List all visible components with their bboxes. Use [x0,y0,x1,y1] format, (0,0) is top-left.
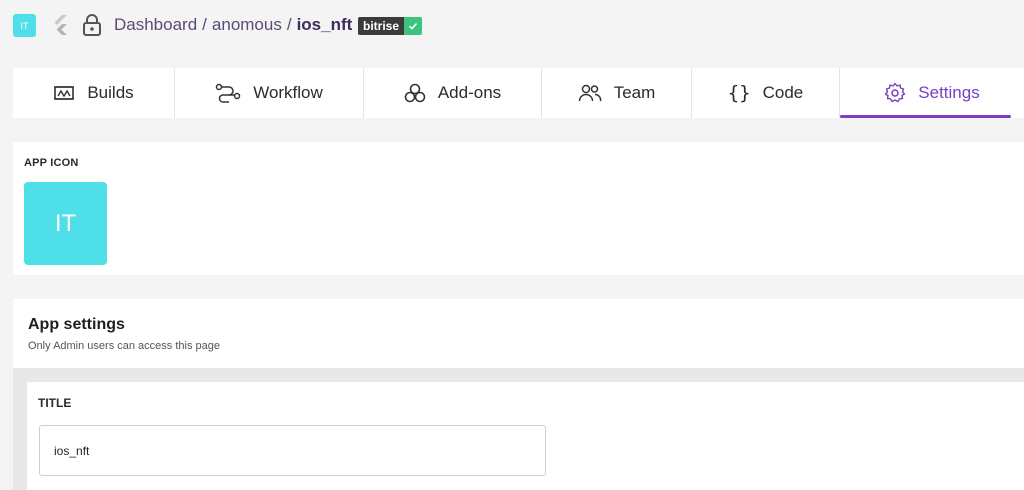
app-icon-preview[interactable]: IT [24,182,107,265]
tab-settings[interactable]: Settings [840,68,1024,118]
tab-code[interactable]: {} Code [692,68,840,118]
builds-icon [54,86,75,100]
section-label: APP ICON [24,157,79,169]
tab-addons[interactable]: Add-ons [364,68,542,118]
code-icon: {} [727,82,751,104]
breadcrumb-separator: / [286,15,292,34]
title-input[interactable] [39,425,546,476]
breadcrumb-dashboard-link[interactable]: Dashboard [114,15,197,35]
tab-builds[interactable]: Builds [13,68,175,118]
tab-label: Workflow [253,83,323,102]
breadcrumb-separator: / [202,15,207,34]
team-icon [578,84,601,102]
lock-icon [83,14,101,36]
tab-label: Settings [918,83,980,102]
section-title: App settings [28,316,125,333]
status-badge: bitrise [358,17,423,35]
tab-label: Code [762,83,804,102]
tab-label: Builds [87,83,134,102]
app-avatar[interactable]: IT [13,14,36,37]
check-icon [404,17,423,35]
addons-icon [404,83,426,103]
section-subtitle: Only Admin users can access this page [28,340,220,352]
tab-workflow[interactable]: Workflow [175,68,364,118]
tab-team[interactable]: Team [542,68,692,118]
status-badge-label: bitrise [358,17,405,35]
main-tabs: Builds Workflow Add-ons Team {} Code Set… [13,68,1024,118]
workflow-icon [215,83,241,103]
app-settings-section: App settings Only Admin users can access… [13,299,1024,490]
top-bar: IT Dashboard / anomous / ios_nft bitrise [0,0,1024,52]
title-field-label: TITLE [38,396,72,410]
title-field-card: TITLE [27,382,1024,490]
breadcrumb: Dashboard / anomous / ios_nft [114,15,352,35]
flutter-icon [54,15,67,35]
app-icon-section: APP ICON IT [13,142,1024,275]
breadcrumb-current-app: ios_nft [296,15,353,34]
gear-icon [885,82,906,103]
tab-label: Add-ons [437,83,502,102]
breadcrumb-owner-link[interactable]: anomous [212,15,282,35]
tab-label: Team [613,83,656,102]
